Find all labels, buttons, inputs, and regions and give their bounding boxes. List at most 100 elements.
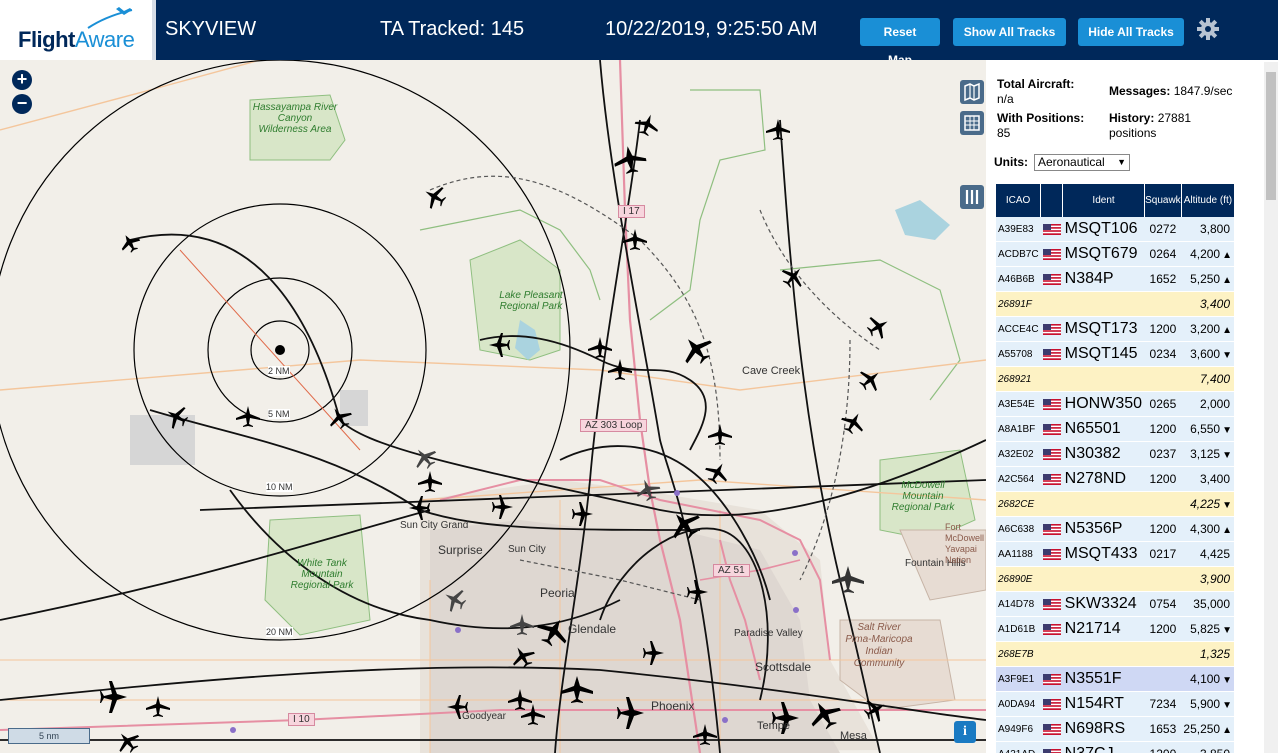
table-row[interactable]: 268E7B 1,325 (996, 641, 1234, 667)
table-row[interactable]: A14D78 SKW3324 0754 35,000 (996, 591, 1234, 617)
altitude-value: 4,225 (1190, 497, 1221, 511)
logo-text: FlightAware (18, 27, 135, 52)
squawk-cell: 1200 (1144, 516, 1182, 542)
table-row[interactable]: A949F6 N698RS 1653 25,250 ▲ (996, 716, 1234, 742)
table-row[interactable]: A8A1BF N65501 1200 6,550 ▼ (996, 416, 1234, 442)
ident-cell: HONW350 (1062, 391, 1145, 417)
us-flag-icon (1042, 724, 1061, 736)
highway-shield-az303: AZ 303 Loop (580, 419, 648, 432)
ident-cell: MSQT433 (1062, 541, 1145, 567)
altitude-cell: 25,250 ▲ (1181, 716, 1234, 742)
flag-cell (1040, 266, 1063, 292)
icao-cell: A55708 (996, 341, 1041, 367)
icao-cell: A14D78 (996, 591, 1041, 617)
table-row[interactable]: 26891F 3,400 (996, 291, 1234, 317)
icao-cell: A3F9E1 (996, 666, 1041, 692)
squawk-cell: 0237 (1144, 441, 1182, 467)
squawk-cell: 1200 (1144, 316, 1182, 342)
units-select[interactable]: Aeronautical ▼ (1034, 154, 1130, 171)
reset-map-button[interactable]: Reset Map (860, 18, 940, 67)
aircraft-table: ICAO Ident Squawk Altitude (ft) A39E83 MS… (996, 184, 1234, 753)
altitude-cell: 5,825 ▼ (1181, 616, 1234, 642)
highway-shield-i17: I 17 (618, 205, 645, 218)
icao-cell: ACCE4C (996, 316, 1041, 342)
altitude-cell: 3,400 (1181, 291, 1234, 317)
place-label-sun-city: Sun City (508, 544, 546, 555)
altitude-cell: 4,225 ▼ (1181, 491, 1234, 517)
table-row[interactable]: A2C564 N278ND 1200 3,400 (996, 466, 1234, 492)
icao-cell: A1D61B (996, 616, 1041, 642)
scrollbar-thumb[interactable] (1266, 72, 1276, 200)
zoom-in-button[interactable]: + (12, 70, 32, 90)
squawk-cell: 1200 (1144, 466, 1182, 492)
side-panel: Total Aircraft: n/a Messages: 1847.9/sec … (986, 60, 1278, 753)
table-row[interactable]: A46B6B N384P 1652 5,250 ▲ (996, 266, 1234, 292)
table-row[interactable]: A3E54E HONW350 0265 2,000 (996, 391, 1234, 417)
ident-cell: SKW3324 (1062, 591, 1145, 617)
altitude-value: 3,200 (1190, 322, 1221, 336)
range-rings-button[interactable] (960, 111, 984, 135)
col-altitude[interactable]: Altitude (ft) (1181, 184, 1234, 217)
altitude-cell: 3,200 ▲ (1181, 316, 1234, 342)
place-label-mcdowell: McDowell Mountain Regional Park (891, 480, 955, 513)
altitude-cell: 5,900 ▼ (1181, 691, 1234, 717)
flightaware-logo[interactable]: FlightAware (0, 0, 156, 60)
col-squawk[interactable]: Squawk (1144, 184, 1182, 217)
place-label-tempe: Tempe (757, 720, 791, 732)
table-row[interactable]: ACDB7C MSQT679 0264 4,200 ▲ (996, 241, 1234, 267)
table-row[interactable]: 2682CE 4,225 ▼ (996, 491, 1234, 517)
squawk-cell: 1200 (1144, 416, 1182, 442)
altitude-trend-icon: ▼ (1222, 625, 1232, 636)
ident-cell: N3551F (1062, 666, 1145, 692)
flag-cell (1040, 591, 1063, 617)
altitude-trend-icon: ▲ (1222, 725, 1232, 736)
map-view[interactable]: Hassayampa River Canyon Wilderness Area … (0, 60, 986, 753)
col-icao[interactable]: ICAO (996, 184, 1042, 217)
highway-shield-az51: AZ 51 (713, 564, 750, 577)
table-row[interactable]: 26890E 3,900 (996, 566, 1234, 592)
panel-scrollbar[interactable] (1264, 62, 1278, 753)
place-label-glendale: Glendale (568, 622, 617, 636)
info-button[interactable]: i (954, 721, 976, 743)
gear-icon[interactable] (1196, 17, 1220, 41)
columns-toggle-button[interactable] (960, 185, 984, 209)
units-label: Units: (994, 155, 1028, 169)
zoom-out-button[interactable]: − (12, 94, 32, 114)
table-row[interactable]: AA1188 MSQT433 0217 4,425 (996, 541, 1234, 567)
ident-cell: N5356P (1062, 516, 1145, 542)
col-flag[interactable] (1040, 184, 1064, 217)
squawk-cell: 0272 (1144, 217, 1182, 242)
altitude-cell: 6,550 ▼ (1181, 416, 1234, 442)
with-positions-stat: With Positions: 85 (997, 111, 1085, 140)
altitude-value: 35,000 (1193, 597, 1230, 611)
icao-cell: AA1188 (996, 541, 1041, 567)
table-row[interactable]: A0DA94 N154RT 7234 5,900 ▼ (996, 691, 1234, 717)
col-ident[interactable]: Ident (1062, 184, 1145, 217)
place-label-peoria: Peoria (540, 586, 575, 600)
altitude-trend-icon: ▼ (1222, 450, 1232, 461)
place-label-lake-pleasant: Lake Pleasant Regional Park (499, 290, 563, 312)
table-row[interactable]: 268921 7,400 (996, 366, 1234, 392)
squawk-cell: 7234 (1144, 691, 1182, 717)
table-row[interactable]: ACCE4C MSQT173 1200 3,200 ▲ (996, 316, 1234, 342)
map-layers-button[interactable] (960, 80, 984, 104)
altitude-value: 4,300 (1190, 522, 1221, 536)
show-all-tracks-button[interactable]: Show All Tracks (953, 18, 1066, 46)
table-row[interactable]: A32E02 N30382 0237 3,125 ▼ (996, 441, 1234, 467)
ident-cell: N21714 (1062, 616, 1145, 642)
table-row[interactable]: A39E83 MSQT106 0272 3,800 (996, 217, 1234, 242)
place-label-hassayampa: Hassayampa River Canyon Wilderness Area (252, 102, 338, 135)
table-row[interactable]: A431AD N37CJ1200 3,850 (996, 741, 1234, 753)
flag-cell (1040, 416, 1063, 442)
icao-cell: 268E7B (996, 641, 1041, 667)
table-row[interactable]: A55708 MSQT145 0234 3,600 ▼ (996, 341, 1234, 367)
altitude-value: 3,800 (1199, 222, 1230, 236)
altitude-value: 3,400 (1199, 472, 1230, 486)
flag-cell (1040, 341, 1063, 367)
altitude-trend-icon: ▲ (1222, 275, 1232, 286)
hide-all-tracks-button[interactable]: Hide All Tracks (1078, 18, 1184, 46)
table-row[interactable]: A6C638 N5356P 1200 4,300 ▲ (996, 516, 1234, 542)
table-row[interactable]: A3F9E1 N3551F 4,100 ▼ (996, 666, 1234, 692)
us-flag-icon (1042, 749, 1061, 753)
table-row[interactable]: A1D61B N21714 1200 5,825 ▼ (996, 616, 1234, 642)
